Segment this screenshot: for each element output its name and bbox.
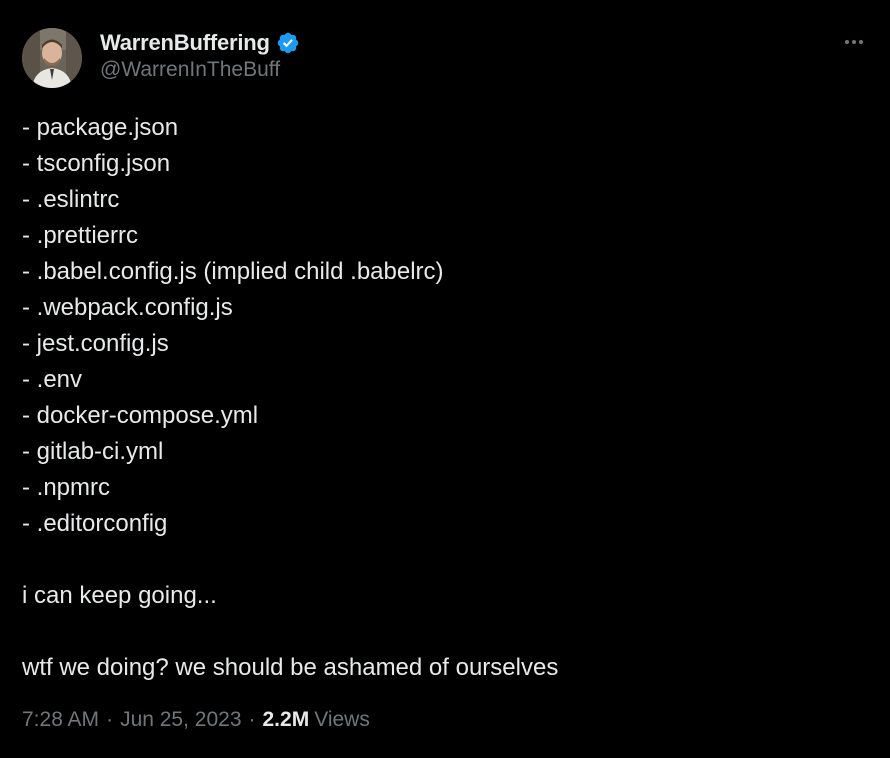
- tweet-time[interactable]: 7:28 AM: [22, 708, 99, 732]
- views-label[interactable]: Views: [314, 708, 370, 732]
- avatar[interactable]: [22, 28, 82, 88]
- list-item: - docker-compose.yml: [22, 402, 259, 429]
- author-name-row: WarrenBuffering: [100, 28, 300, 58]
- verified-badge-icon[interactable]: [276, 31, 300, 55]
- tweet-line-closing: wtf we doing? we should be ashamed of ou…: [22, 654, 559, 681]
- author-display-name[interactable]: WarrenBuffering: [100, 30, 270, 56]
- list-item: - gitlab-ci.yml: [22, 438, 164, 465]
- list-item: - .eslintrc: [22, 186, 120, 213]
- avatar-photo: [22, 28, 82, 88]
- list-item: - .env: [22, 366, 83, 393]
- list-item: - .webpack.config.js: [22, 294, 233, 321]
- tweet-line-keep-going: i can keep going...: [22, 582, 217, 609]
- meta-separator: ·: [248, 708, 256, 731]
- author-handle[interactable]: @WarrenInTheBuff: [100, 58, 300, 82]
- tweet-text: - package.json - tsconfig.json - .eslint…: [22, 110, 868, 686]
- tweet-card: WarrenBuffering @WarrenInTheBuff - packa…: [0, 0, 890, 758]
- tweet-meta: 7:28 AM · Jun 25, 2023 · 2.2M Views: [22, 708, 370, 732]
- list-item: - .babel.config.js (implied child .babel…: [22, 258, 444, 285]
- list-item: - tsconfig.json: [22, 150, 171, 177]
- more-options-icon-dot: [859, 40, 863, 44]
- tweet-date[interactable]: Jun 25, 2023: [120, 708, 241, 732]
- more-options-icon-dot: [852, 40, 856, 44]
- list-item: - .editorconfig: [22, 510, 168, 537]
- more-options-button[interactable]: [840, 30, 868, 54]
- list-item: - .npmrc: [22, 474, 111, 501]
- author-identity: WarrenBuffering @WarrenInTheBuff: [100, 28, 300, 82]
- meta-separator: ·: [106, 708, 114, 731]
- more-options-icon: [845, 40, 849, 44]
- list-item: - jest.config.js: [22, 330, 169, 357]
- views-count[interactable]: 2.2M: [263, 708, 310, 732]
- tweet-header: WarrenBuffering @WarrenInTheBuff: [22, 28, 300, 88]
- list-item: - .prettierrc: [22, 222, 139, 249]
- list-item: - package.json: [22, 114, 179, 141]
